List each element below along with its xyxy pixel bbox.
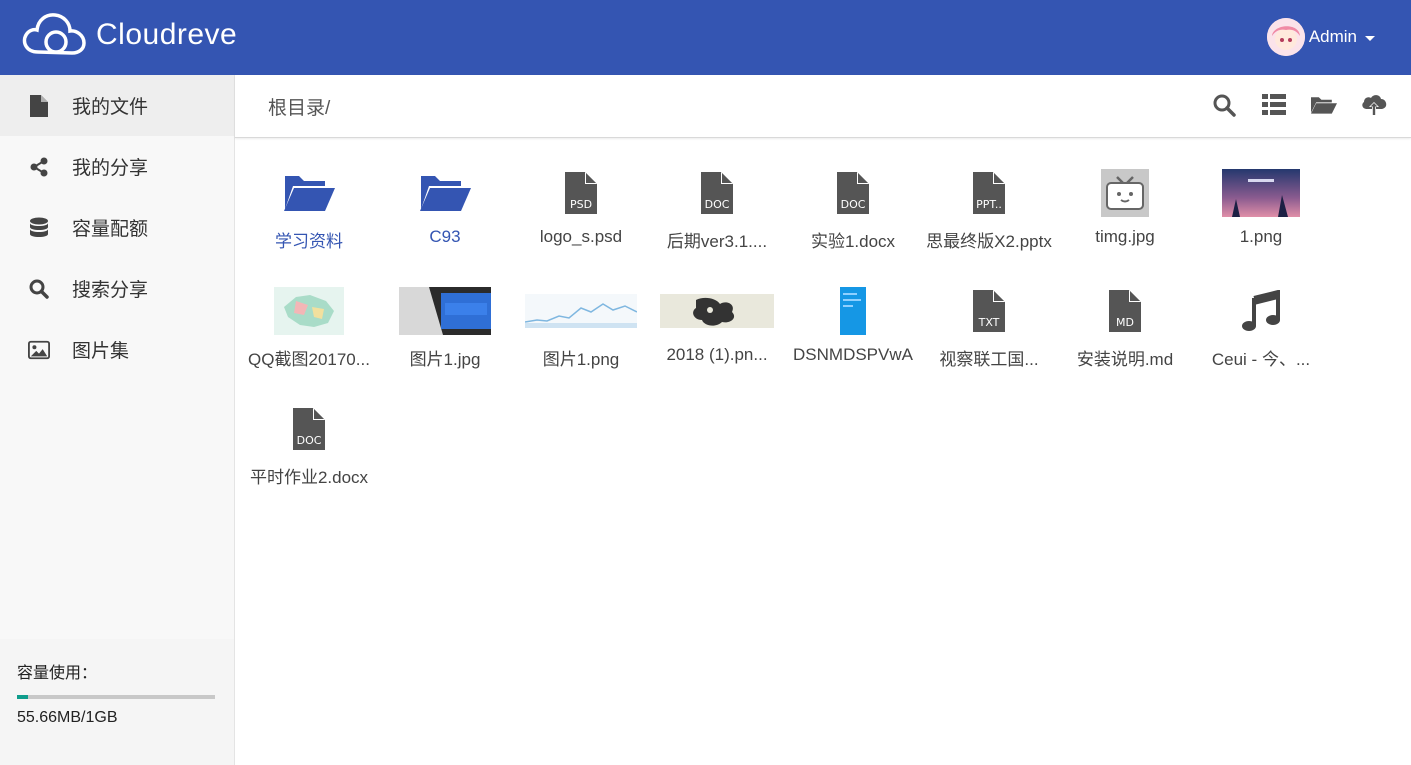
file-name: 视察联工国... xyxy=(939,350,1039,369)
file-badge: TXT xyxy=(978,316,1000,329)
image-item[interactable]: DSNMDSPVwA xyxy=(788,281,918,381)
file-name: Ceui - 今、... xyxy=(1211,350,1311,369)
list-view-icon xyxy=(1262,94,1286,115)
quota-used-text: 55.66MB/1GB xyxy=(17,709,118,726)
file-item[interactable]: DOC 实验1.docx xyxy=(788,163,918,263)
audio-item[interactable]: Ceui - 今、... xyxy=(1196,281,1326,381)
folder-item[interactable]: C93 xyxy=(380,163,510,263)
new-folder-button[interactable] xyxy=(1311,92,1337,118)
image-thumbnail xyxy=(525,294,637,328)
folder-icon xyxy=(420,176,471,211)
file-name: 2018 (1).pn... xyxy=(666,345,768,364)
psd-file-icon: PSD xyxy=(565,172,597,214)
image-item[interactable]: 1.png xyxy=(1196,163,1326,263)
sidebar-item-gallery[interactable]: 图片集 xyxy=(0,319,234,380)
image-item[interactable]: timg.jpg xyxy=(1060,163,1190,263)
search-button[interactable] xyxy=(1211,92,1237,118)
file-item[interactable]: PSD logo_s.psd xyxy=(516,163,646,263)
image-icon xyxy=(28,340,50,360)
file-item[interactable]: DOC 后期ver3.1.... xyxy=(652,163,782,263)
image-thumbnail xyxy=(1101,169,1149,217)
file-name: 实验1.docx xyxy=(810,232,896,251)
upload-cloud-icon xyxy=(1362,95,1387,116)
file-name: logo_s.psd xyxy=(539,227,623,246)
file-name: 平时作业2.docx xyxy=(249,468,369,487)
file-name: 安装说明.md xyxy=(1076,350,1174,369)
doc-file-icon: DOC xyxy=(837,172,869,214)
file-name: 图片1.png xyxy=(542,350,620,369)
doc-file-icon: DOC xyxy=(701,172,733,214)
list-view-button[interactable] xyxy=(1261,92,1287,118)
image-item[interactable]: 图片1.png xyxy=(516,281,646,381)
toolbar-actions xyxy=(1187,92,1387,118)
image-thumbnail xyxy=(840,287,866,335)
file-name: 后期ver3.1.... xyxy=(666,232,768,251)
file-name: QQ截图20170... xyxy=(248,350,370,369)
sidebar-item-my-files[interactable]: 我的文件 xyxy=(0,75,234,136)
avatar[interactable] xyxy=(1266,18,1305,56)
database-icon xyxy=(28,217,50,239)
file-name: C93 xyxy=(429,227,461,246)
image-thumbnail xyxy=(274,287,344,335)
sidebar-item-label: 容量配额 xyxy=(72,219,149,240)
file-name: 1.png xyxy=(1239,227,1283,246)
image-item[interactable]: 2018 (1).pn... xyxy=(652,281,782,381)
file-badge: DOC xyxy=(840,198,866,211)
brand-name: Cloudreve xyxy=(96,18,238,51)
file-name: 图片1.jpg xyxy=(409,350,481,369)
folder-icon xyxy=(284,176,335,211)
quota-progress-fill xyxy=(17,695,28,699)
user-menu[interactable]: Admin xyxy=(1266,18,1375,56)
file-item[interactable]: PPT.. 思最终版X2.pptx xyxy=(924,163,1054,263)
ppt-file-icon: PPT.. xyxy=(973,172,1005,214)
file-name: timg.jpg xyxy=(1095,227,1155,246)
image-item[interactable]: 图片1.jpg xyxy=(380,281,510,381)
quota-panel: 容量使用： 55.66MB/1GB xyxy=(0,639,234,765)
file-name: 思最终版X2.pptx xyxy=(926,232,1052,251)
image-item[interactable]: QQ截图20170... xyxy=(244,281,374,381)
open-folder-icon xyxy=(1311,97,1337,114)
image-thumbnail xyxy=(399,287,491,335)
sidebar-item-label: 搜索分享 xyxy=(72,280,149,301)
doc-file-icon: DOC xyxy=(293,408,325,450)
sidebar-item-label: 图片集 xyxy=(72,341,130,362)
cloud-logo-icon xyxy=(22,13,86,55)
sidebar-item-my-shares[interactable]: 我的分享 xyxy=(0,136,234,197)
toolbar: 根目录/ xyxy=(235,75,1411,138)
image-thumbnail xyxy=(1222,169,1300,217)
top-bar: Cloudreve Admin xyxy=(0,0,1411,75)
txt-file-icon: TXT xyxy=(973,290,1005,332)
music-note-icon xyxy=(1242,290,1280,331)
sidebar-item-search-shares[interactable]: 搜索分享 xyxy=(0,258,234,319)
sidebar-item-quota[interactable]: 容量配额 xyxy=(0,197,234,258)
share-icon xyxy=(28,157,50,177)
file-name: 学习资料 xyxy=(275,232,343,251)
quota-title: 容量使用： xyxy=(17,665,98,682)
quota-progress-bar xyxy=(17,695,215,699)
username: Admin xyxy=(1308,27,1357,46)
file-badge: MD xyxy=(1116,316,1134,329)
file-name: DSNMDSPVwA xyxy=(793,345,913,364)
file-item[interactable]: TXT 视察联工国... xyxy=(924,281,1054,381)
file-badge: PPT.. xyxy=(976,198,1002,211)
file-badge: DOC xyxy=(296,434,322,447)
search-icon xyxy=(28,279,50,299)
md-file-icon: MD xyxy=(1109,290,1141,332)
sidebar: 我的文件 我的分享 容量配额 搜索分享 图片集 容量使用： 55.66MB/1G… xyxy=(0,75,235,765)
image-thumbnail xyxy=(660,294,774,328)
caret-down-icon xyxy=(1365,35,1375,41)
file-badge: DOC xyxy=(704,198,730,211)
sidebar-item-label: 我的文件 xyxy=(72,97,149,118)
logo[interactable]: Cloudreve xyxy=(20,8,237,58)
file-badge: PSD xyxy=(569,198,593,211)
file-item[interactable]: DOC 平时作业2.docx xyxy=(244,399,374,499)
file-icon xyxy=(28,94,50,117)
breadcrumb[interactable]: 根目录/ xyxy=(268,93,330,120)
file-item[interactable]: MD 安装说明.md xyxy=(1060,281,1190,381)
sidebar-item-label: 我的分享 xyxy=(72,158,149,179)
folder-item[interactable]: 学习资料 xyxy=(244,163,374,263)
search-icon xyxy=(1213,94,1236,117)
upload-button[interactable] xyxy=(1361,92,1387,118)
main-content: 根目录/ 学习资料 C93 PSD logo_s.psd DOC 后期ver3.… xyxy=(235,75,1411,765)
